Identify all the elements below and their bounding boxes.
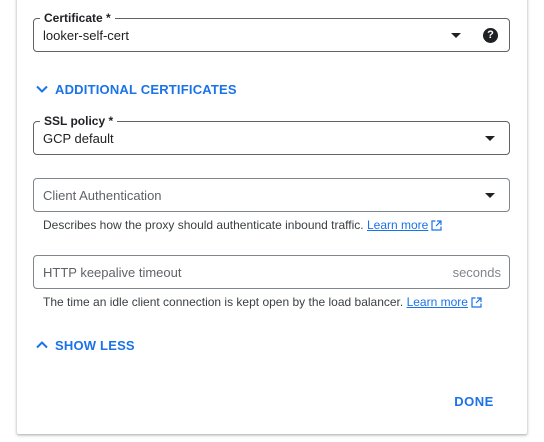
keepalive-hint: The time an idle client connection is ke… bbox=[43, 294, 482, 310]
learn-more-link[interactable]: Learn more bbox=[367, 218, 428, 232]
http-keepalive-timeout-input[interactable]: HTTP keepalive timeout seconds bbox=[33, 255, 510, 289]
chevron-up-icon bbox=[36, 341, 48, 349]
done-button[interactable]: DONE bbox=[449, 390, 499, 414]
ssl-policy-label: SSL policy * bbox=[40, 113, 118, 129]
dropdown-arrow-icon[interactable] bbox=[485, 136, 495, 141]
open-in-new-icon[interactable] bbox=[471, 297, 482, 308]
client-authentication-select[interactable]: Client Authentication bbox=[33, 178, 510, 212]
keepalive-hint-text: The time an idle client connection is ke… bbox=[43, 295, 404, 309]
additional-certificates-toggle[interactable]: ADDITIONAL CERTIFICATES bbox=[34, 81, 237, 97]
client-authentication-hint-text: Describes how the proxy should authentic… bbox=[43, 218, 364, 232]
dropdown-arrow-icon[interactable] bbox=[451, 33, 461, 38]
show-less-label: SHOW LESS bbox=[55, 337, 135, 353]
client-authentication-placeholder: Client Authentication bbox=[43, 188, 162, 203]
client-authentication-hint: Describes how the proxy should authentic… bbox=[43, 217, 442, 233]
show-less-toggle[interactable]: SHOW LESS bbox=[34, 337, 135, 353]
certificate-select[interactable]: Certificate * looker-self-cert ? bbox=[33, 10, 510, 52]
seconds-suffix: seconds bbox=[452, 265, 501, 280]
learn-more-link[interactable]: Learn more bbox=[407, 295, 468, 309]
chevron-down-icon bbox=[36, 85, 48, 93]
open-in-new-icon[interactable] bbox=[431, 220, 442, 231]
help-icon[interactable]: ? bbox=[483, 28, 498, 43]
ssl-policy-select[interactable]: SSL policy * GCP default bbox=[33, 113, 510, 155]
dropdown-arrow-icon[interactable] bbox=[485, 193, 495, 198]
certificate-value: looker-self-cert bbox=[43, 28, 129, 43]
http-keepalive-timeout-placeholder: HTTP keepalive timeout bbox=[43, 265, 182, 280]
additional-certificates-label: ADDITIONAL CERTIFICATES bbox=[55, 81, 237, 97]
ssl-policy-value: GCP default bbox=[43, 131, 114, 146]
certificate-label: Certificate * bbox=[40, 10, 115, 26]
